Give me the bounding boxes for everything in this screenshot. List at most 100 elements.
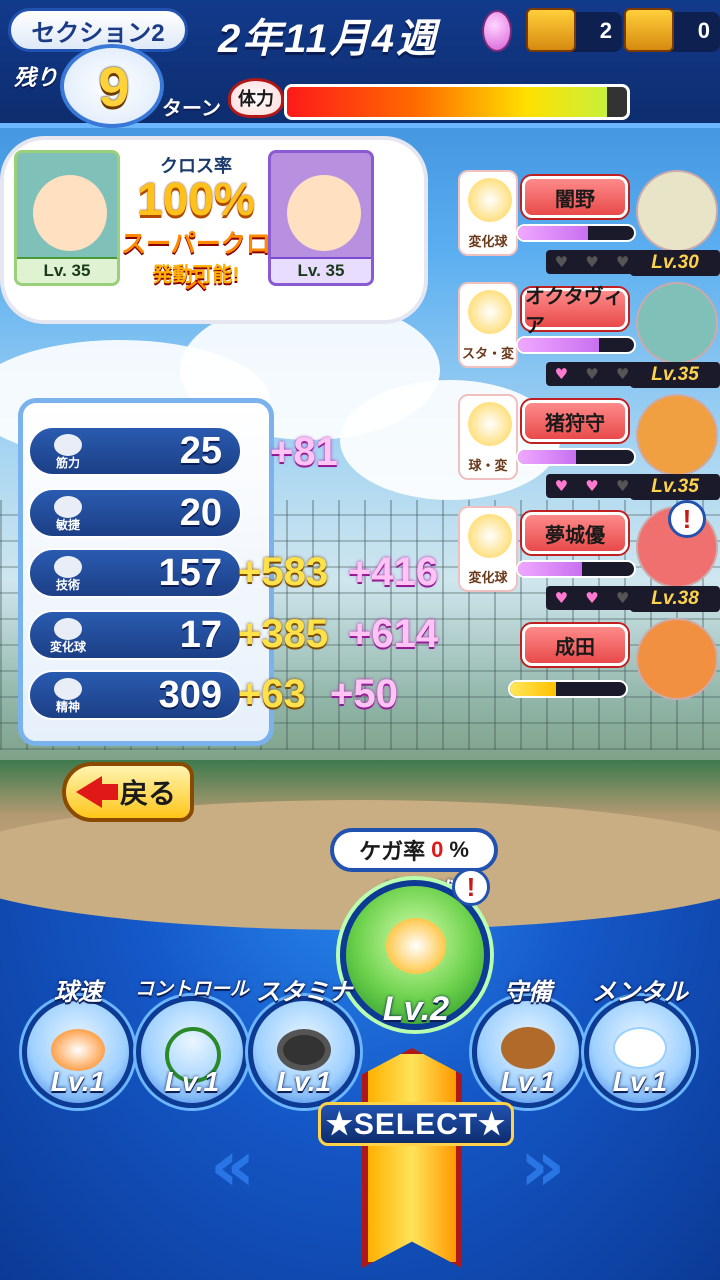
practice-level: Lv.1 — [500, 1066, 556, 1097]
breaking-ball-icon: 変化球 — [46, 616, 90, 656]
partner-name: 猪狩守 — [522, 400, 628, 442]
select-button[interactable]: ★SELECT★ — [318, 1102, 514, 1146]
practice-level: Lv.1 — [612, 1066, 668, 1097]
stat-value: 20 — [179, 492, 222, 534]
partner-level: Lv.38 — [630, 586, 720, 612]
heart-icon: ♥ — [615, 589, 630, 607]
treasure-chest-icon — [526, 8, 576, 52]
heart-icon: ♥ — [554, 477, 569, 495]
turn-label: ターン — [162, 98, 221, 120]
heart-icon: ♥ — [585, 589, 599, 607]
bond-fill — [518, 226, 588, 240]
stat-row-breaking-ball: 変化球 17 — [28, 610, 242, 660]
game-screen: « » セクション2 残り 9 ターン 2年11月4週 2 0 体力 Lv. 3… — [0, 0, 720, 1280]
select-ribbon[interactable] — [362, 1048, 462, 1268]
alert-icon: ! — [668, 500, 706, 538]
partner-bond-bar — [516, 336, 636, 354]
stat-value: 25 — [179, 430, 222, 472]
partner-card[interactable]: 球・変 猪狩守 ♥ ♥ ♥ Lv.35 — [458, 394, 720, 504]
partner-name: 夢城優 — [522, 512, 628, 554]
partner-level: Lv.30 — [630, 250, 720, 276]
injury-unit: % — [449, 837, 469, 862]
partner-level: Lv.35 — [630, 362, 720, 388]
shoe-icon: 敏捷 — [46, 494, 90, 534]
tire-icon — [277, 1029, 331, 1071]
practice-type-icon: 球・変 — [458, 394, 518, 480]
stat-row-agility: 敏捷 20 — [28, 488, 242, 538]
fastball-icon — [51, 1029, 105, 1071]
stamina-heart-icon: 体力 — [228, 78, 284, 118]
stat-value: 157 — [158, 552, 222, 594]
heart-icon: ♥ — [554, 365, 569, 383]
partner-level: Lv.35 — [630, 474, 720, 500]
glove-icon — [501, 1027, 555, 1069]
partner-bond-bar — [508, 680, 628, 698]
portrait-level: Lv. 35 — [271, 257, 371, 283]
stat-gain: +583 — [238, 550, 329, 594]
stat-gain-bonus: +50 — [330, 672, 398, 716]
chevron-right-icon: » — [520, 1125, 566, 1207]
partner-hearts: ♥ ♥ ♥ — [546, 362, 638, 386]
partner-hearts: ♥ ♥ ♥ — [546, 250, 638, 274]
practice-type-icon: スタ・変 — [458, 282, 518, 368]
stat-gain-bonus: +614 — [348, 612, 439, 656]
portrait-right[interactable]: Lv. 35 — [268, 150, 374, 286]
portrait-level: Lv. 35 — [17, 257, 117, 283]
character-face — [33, 175, 107, 251]
red-chest-counter[interactable]: 2 — [526, 8, 622, 52]
heart-icon: ♥ — [585, 365, 599, 383]
stat-gain-bonus: +81 — [270, 430, 338, 474]
stat-gain: +63 — [238, 672, 306, 716]
partner-name: 成田 — [522, 624, 628, 666]
chest-count: 2 — [599, 18, 612, 43]
practice-type-icon: 変化球 — [458, 506, 518, 592]
partner-card[interactable]: 成田 — [458, 618, 720, 728]
gold-chest-icon — [624, 8, 674, 52]
partner-face — [636, 618, 718, 700]
partner-face — [636, 170, 718, 252]
heart-icon: ♥ — [585, 477, 599, 495]
gold-chest-counter[interactable]: 0 — [624, 8, 720, 52]
practice-name: メンタル — [592, 979, 688, 1006]
practice-name: スタミナ — [256, 979, 352, 1006]
partner-name: オクタヴィア — [522, 286, 628, 337]
portrait-left[interactable]: Lv. 35 — [14, 150, 120, 286]
cross-rate-value: 100% — [137, 173, 255, 225]
stat-gain: +385 — [238, 612, 329, 656]
injury-rate: ケガ率 0 % — [330, 828, 498, 872]
cloud-icon — [613, 1027, 667, 1069]
partner-bond-bar — [516, 448, 636, 466]
injury-label: ケガ率 — [359, 839, 426, 864]
stat-value: 17 — [179, 614, 222, 656]
heart-icon: ♥ — [554, 253, 569, 271]
pink-egg-icon[interactable] — [482, 10, 512, 52]
stamina-bar — [284, 84, 630, 120]
stamina-fill — [287, 87, 607, 117]
practice-level: Lv.1 — [276, 1066, 332, 1097]
partner-bond-bar — [516, 560, 636, 578]
remaining-label: 残り — [14, 65, 59, 90]
stat-gain-bonus: +416 — [348, 550, 439, 594]
injury-value: 0 — [431, 837, 444, 862]
partner-bond-bar — [516, 224, 636, 242]
practice-type-icon: 変化球 — [458, 170, 518, 256]
partner-face — [636, 394, 718, 476]
heart-icon: ♥ — [615, 365, 630, 383]
bond-fill — [518, 562, 582, 576]
calendar-date: 2年11月4週 — [218, 17, 439, 61]
alert-icon: ! — [452, 868, 490, 906]
stat-value: 309 — [158, 674, 222, 716]
partner-card[interactable]: 変化球 闇野 ♥ ♥ ♥ Lv.30 — [458, 170, 720, 280]
dumbbell-icon: 筋力 — [46, 432, 90, 472]
heart-icon: ♥ — [615, 253, 630, 271]
character-face — [287, 175, 361, 251]
activatable-label: 発動可能! — [152, 264, 240, 286]
partner-hearts: ♥ ♥ ♥ — [546, 586, 638, 610]
left-arrow-icon — [100, 784, 118, 800]
left-arrow-icon — [76, 776, 102, 808]
turns-left: 9 — [98, 55, 130, 118]
partner-card[interactable]: スタ・変 オクタヴィア ♥ ♥ ♥ Lv.35 — [458, 282, 720, 392]
chevron-left-icon: « — [210, 1125, 256, 1207]
partner-face — [636, 282, 718, 364]
bond-fill — [510, 682, 557, 696]
